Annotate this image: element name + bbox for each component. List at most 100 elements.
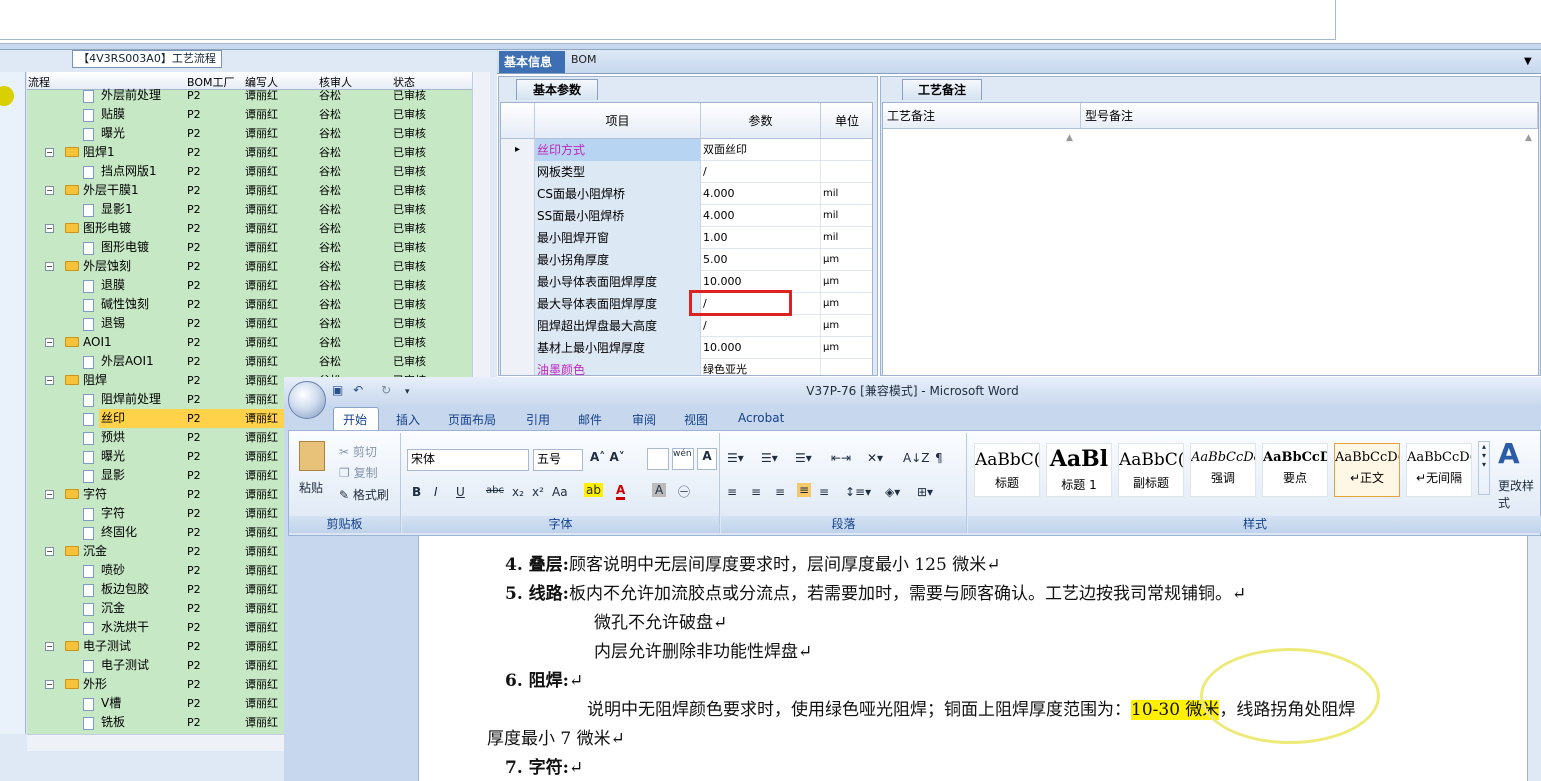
- param-row[interactable]: 油墨颜色 绿色亚光: [501, 359, 872, 375]
- param-value[interactable]: /: [701, 161, 821, 183]
- cut-button[interactable]: ✂ 剪切: [339, 443, 377, 460]
- document-page[interactable]: 4. 叠层:顾客说明中无层间厚度要求时，层间厚度最小 125 微米↵ 5. 线路…: [418, 536, 1528, 781]
- tab-acrobat[interactable]: Acrobat: [738, 411, 784, 425]
- customize-qat-icon[interactable]: ▾: [405, 387, 410, 397]
- tree-node-label[interactable]: 外形: [83, 675, 107, 694]
- scroll-up-icon-2[interactable]: ▲: [1525, 133, 1532, 143]
- tree-node-label[interactable]: 阻焊前处理: [101, 390, 161, 409]
- sort-icon[interactable]: A↓Z: [903, 451, 929, 465]
- save-icon[interactable]: ▣: [332, 383, 343, 397]
- tab-review[interactable]: 审阅: [632, 411, 656, 428]
- param-value[interactable]: 5.00: [701, 249, 821, 271]
- tab-insert[interactable]: 插入: [396, 411, 420, 428]
- tree-row[interactable]: 碱性蚀刻 P2 谭丽红 谷松 已审核: [27, 295, 472, 314]
- italic-icon[interactable]: I: [434, 485, 438, 499]
- tab-basic-params[interactable]: 基本参数: [516, 79, 598, 100]
- tree-node-label[interactable]: 电子测试: [101, 656, 149, 675]
- style-gallery-item[interactable]: AaBbCcD(↵无间隔: [1406, 443, 1472, 497]
- copy-button[interactable]: ❐ 复制: [339, 464, 378, 481]
- tree-node-label[interactable]: 显影1: [101, 200, 133, 219]
- param-value[interactable]: 双面丝印: [701, 139, 821, 161]
- tree-node-label[interactable]: 挡点网版1: [101, 162, 157, 181]
- multilevel-icon[interactable]: ☰▾: [795, 451, 812, 465]
- param-row[interactable]: 最小阻焊开窗 1.00 mil: [501, 227, 872, 249]
- param-value[interactable]: 10.000: [701, 337, 821, 359]
- clear-format-icon[interactable]: [647, 448, 669, 470]
- paste-icon[interactable]: [299, 441, 325, 471]
- tree-row[interactable]: 曝光 P2 谭丽红 谷松 已审核: [27, 124, 472, 143]
- tree-node-label[interactable]: 字符: [101, 504, 125, 523]
- tree-node-label[interactable]: 沉金: [101, 599, 125, 618]
- align-center-icon[interactable]: ≡: [751, 485, 761, 499]
- tree-node-label[interactable]: 图形电镀: [101, 238, 149, 257]
- font-color-icon[interactable]: A: [616, 483, 626, 500]
- tree-node-label[interactable]: 外层前处理: [101, 86, 161, 105]
- tree-node-label[interactable]: 曝光: [101, 447, 125, 466]
- tab-view[interactable]: 视图: [684, 411, 708, 428]
- bold-icon[interactable]: B: [412, 485, 421, 499]
- tab-references[interactable]: 引用: [526, 411, 550, 428]
- collapse-icon[interactable]: −: [45, 186, 54, 195]
- text-direction-icon[interactable]: ✕▾: [867, 451, 883, 465]
- tree-node-label[interactable]: 曝光: [101, 124, 125, 143]
- param-value[interactable]: 1.00: [701, 227, 821, 249]
- numbering-icon[interactable]: ☰▾: [761, 451, 778, 465]
- tree-node-label[interactable]: 贴膜: [101, 105, 125, 124]
- align-left-icon[interactable]: ≡: [727, 485, 737, 499]
- col-unit[interactable]: 单位: [821, 103, 872, 139]
- tree-node-label[interactable]: 阻焊1: [83, 143, 115, 162]
- tree-node-label[interactable]: 碱性蚀刻: [101, 295, 149, 314]
- tree-row[interactable]: − 外层蚀刻 P2 谭丽红 谷松 已审核: [27, 257, 472, 276]
- tab-process-remarks[interactable]: 工艺备注: [902, 79, 982, 100]
- process-flow-tab[interactable]: 【4V3RS003A0】工艺流程: [72, 50, 222, 68]
- collapse-icon[interactable]: −: [45, 224, 54, 233]
- style-gallery-item[interactable]: AaBbCcDc 强调: [1190, 443, 1256, 497]
- tree-row[interactable]: − 外层干膜1 P2 谭丽红 谷松 已审核: [27, 181, 472, 200]
- tree-row[interactable]: − 阻焊1 P2 谭丽红 谷松 已审核: [27, 143, 472, 162]
- tree-node-label[interactable]: 退锡: [101, 314, 125, 333]
- tree-row[interactable]: 外层AOI1 P2 谭丽红 谷松 已审核: [27, 352, 472, 371]
- borders-icon[interactable]: ⊞▾: [917, 485, 933, 499]
- tree-node-label[interactable]: 外层蚀刻: [83, 257, 131, 276]
- param-row[interactable]: CS面最小阻焊桥 4.000 mil: [501, 183, 872, 205]
- highlight-icon[interactable]: ab: [584, 483, 603, 497]
- tree-row[interactable]: 退膜 P2 谭丽红 谷松 已审核: [27, 276, 472, 295]
- style-gallery-item[interactable]: AaBbCcD(↵正文: [1334, 443, 1400, 497]
- tab-dropdown-icon[interactable]: ▼: [1524, 56, 1532, 67]
- tree-node-label[interactable]: V槽: [101, 694, 121, 713]
- align-right-icon[interactable]: ≡: [775, 485, 785, 499]
- tree-row[interactable]: 贴膜 P2 谭丽红 谷松 已审核: [27, 105, 472, 124]
- style-gallery-item[interactable]: AaBbCcD 要点: [1262, 443, 1328, 497]
- tree-node-label[interactable]: AOI1: [83, 333, 112, 352]
- char-border-icon[interactable]: A: [697, 448, 717, 470]
- change-case-icon[interactable]: Aa: [552, 485, 568, 499]
- underline-icon[interactable]: U: [456, 485, 465, 499]
- tab-bom[interactable]: BOM: [571, 53, 597, 66]
- char-shading-icon[interactable]: A: [652, 483, 667, 497]
- phonetic-icon[interactable]: wén: [672, 448, 694, 470]
- tree-node-label[interactable]: 外层干膜1: [83, 181, 139, 200]
- subscript-icon[interactable]: x₂: [512, 485, 524, 499]
- remarks-grid[interactable]: 工艺备注 型号备注 ▲ ▲: [882, 102, 1539, 376]
- tab-home[interactable]: 开始: [343, 411, 367, 428]
- tab-page-layout[interactable]: 页面布局: [448, 411, 496, 428]
- col-param[interactable]: 参数: [701, 103, 821, 139]
- collapse-icon[interactable]: −: [45, 490, 54, 499]
- tree-node-label[interactable]: 阻焊: [83, 371, 107, 390]
- style-gallery-item[interactable]: AaBbC(副标题: [1118, 443, 1184, 497]
- strikethrough-icon[interactable]: abc: [486, 485, 504, 496]
- office-button-icon[interactable]: [288, 381, 326, 419]
- param-row[interactable]: 网板类型 /: [501, 161, 872, 183]
- font-name-select[interactable]: 宋体: [407, 449, 529, 471]
- collapse-icon[interactable]: −: [45, 338, 54, 347]
- tree-node-label[interactable]: 沉金: [83, 542, 107, 561]
- distributed-icon[interactable]: ≡: [819, 485, 829, 499]
- tree-row[interactable]: 挡点网版1 P2 谭丽红 谷松 已审核: [27, 162, 472, 181]
- tree-node-label[interactable]: 终固化: [101, 523, 137, 542]
- redo-icon[interactable]: ↻: [381, 383, 391, 397]
- param-row[interactable]: 最大导体表面阻焊厚度 / μm: [501, 293, 872, 315]
- tab-mailings[interactable]: 邮件: [578, 411, 602, 428]
- collapse-icon[interactable]: −: [45, 148, 54, 157]
- tree-node-label[interactable]: 丝印: [101, 409, 125, 428]
- collapse-icon[interactable]: −: [45, 262, 54, 271]
